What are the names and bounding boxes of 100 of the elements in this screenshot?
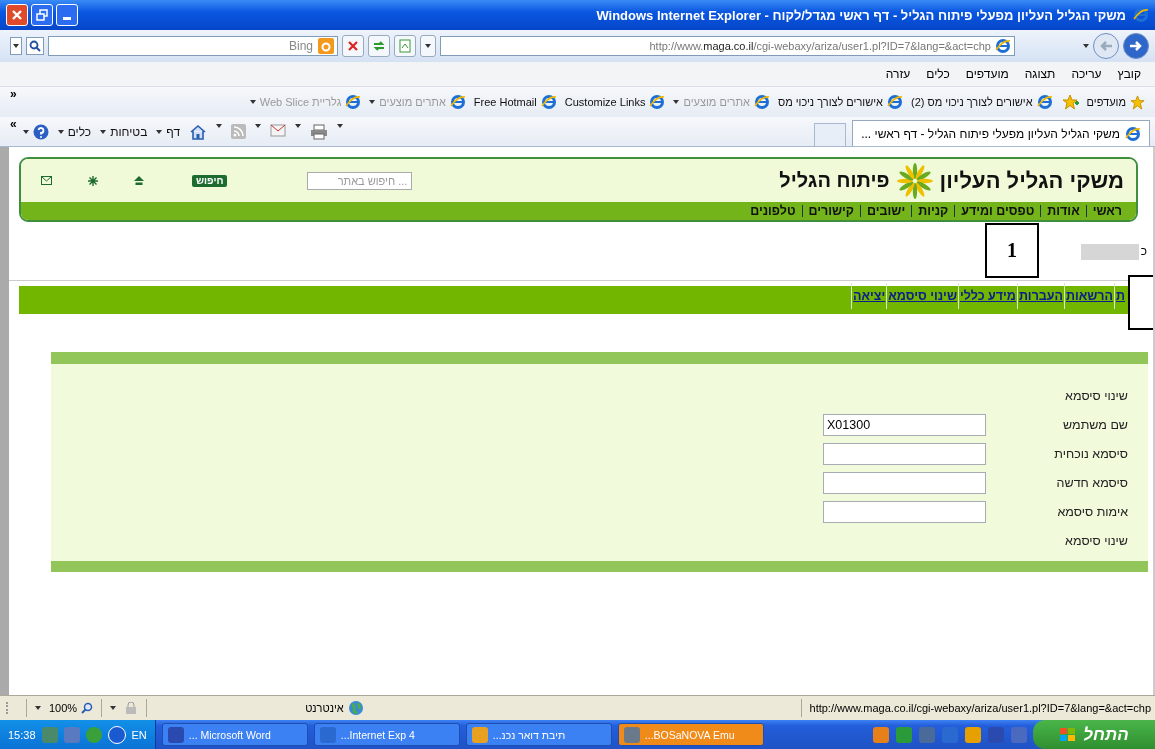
caret-icon xyxy=(110,706,117,710)
mail-icon[interactable] xyxy=(41,176,52,185)
caret-icon xyxy=(100,130,107,134)
account-menu-link[interactable]: הרשאות xyxy=(1064,283,1114,309)
page-icon xyxy=(1125,125,1141,142)
nav-link[interactable]: קניות xyxy=(911,205,955,217)
caret-icon xyxy=(1083,44,1089,48)
app-icon xyxy=(319,726,336,743)
chevron-button[interactable]: « xyxy=(10,117,17,131)
caret-icon xyxy=(249,100,256,104)
caret-icon xyxy=(216,124,223,128)
account-menu-link[interactable]: יציאה xyxy=(851,283,887,309)
flower-logo-icon xyxy=(895,162,934,199)
page-icon xyxy=(449,94,466,110)
input-field[interactable] xyxy=(823,442,986,465)
tray-icon[interactable] xyxy=(107,725,126,744)
app-icon xyxy=(623,726,640,743)
command-menu[interactable]: כלים xyxy=(57,125,92,139)
windows-logo-icon xyxy=(1059,726,1078,743)
caret-icon xyxy=(369,100,376,104)
arrow-left-icon xyxy=(1099,40,1113,52)
nav-link[interactable]: טפסים ומידע xyxy=(954,205,1041,217)
account-menu-link[interactable]: מידע כללי xyxy=(957,283,1017,309)
submit-link[interactable]: שינוי סיסמא xyxy=(986,533,1128,548)
chevron-button[interactable]: « xyxy=(10,87,17,101)
menu-item[interactable]: עזרה xyxy=(885,67,911,81)
menu-item[interactable]: עריכה xyxy=(1071,67,1102,81)
mail-icon[interactable] xyxy=(270,124,287,137)
taskbar-button[interactable]: ...Internet Exp 4 xyxy=(313,723,460,746)
account-menu-link[interactable]: העברות xyxy=(1016,283,1064,309)
printer-icon[interactable] xyxy=(310,124,329,140)
taskbar-button[interactable]: ... Microsoft Word xyxy=(161,723,308,746)
favorite-link[interactable]: Free Hotmail xyxy=(473,94,557,110)
favorite-link[interactable]: Customize Links xyxy=(564,94,666,110)
account-menu-link[interactable]: שינוי סיסמא xyxy=(886,283,958,309)
quick-launch-icon[interactable] xyxy=(965,726,981,743)
browser-tab[interactable]: משקי הגליל העליון מפעלי פיתוח הגליל - דף ראשי ... xyxy=(852,120,1150,146)
restore-button[interactable] xyxy=(31,4,53,26)
favorites-button[interactable]: מועדפים xyxy=(1086,94,1145,110)
language-indicator[interactable]: EN xyxy=(131,728,147,741)
favorite-link[interactable]: אישורים לצורך ניכוי מס xyxy=(777,94,903,110)
minimize-button[interactable] xyxy=(56,4,78,26)
clock: 15:38 xyxy=(8,728,36,741)
feed-icon[interactable] xyxy=(231,124,247,139)
input-field[interactable]: X01300 xyxy=(823,413,986,436)
search-button[interactable]: חיפוש xyxy=(192,174,228,187)
nav-link[interactable]: אודות xyxy=(1040,205,1086,217)
menu-item[interactable]: כלים xyxy=(926,67,950,81)
home-icon[interactable] xyxy=(134,176,144,185)
caret-icon xyxy=(57,130,64,134)
page-icon xyxy=(345,94,362,110)
nav-link[interactable]: ראשי xyxy=(1085,205,1128,217)
menu-item[interactable]: תצוגה xyxy=(1024,67,1056,81)
input-field[interactable] xyxy=(823,500,986,523)
redacted-block xyxy=(1080,244,1139,260)
form-title: שינוי סיסמא xyxy=(1064,388,1128,403)
caret-icon xyxy=(295,124,302,128)
lock-icon[interactable] xyxy=(124,702,139,714)
nav-link[interactable]: ישובים xyxy=(860,205,912,217)
command-menu[interactable]: בטיחות xyxy=(100,125,148,139)
menu-item[interactable]: מועדפים xyxy=(965,67,1009,81)
new-tab-button[interactable] xyxy=(814,123,847,146)
stop-button[interactable] xyxy=(342,35,364,57)
dropdown-button[interactable] xyxy=(10,37,22,55)
page-icon xyxy=(1036,94,1053,110)
page-icon xyxy=(753,94,770,110)
close-button[interactable] xyxy=(6,4,28,26)
input-field[interactable] xyxy=(823,471,986,494)
sparkle-icon[interactable] xyxy=(88,175,98,186)
back-button[interactable] xyxy=(1093,33,1119,59)
add-favorite-icon[interactable] xyxy=(1060,94,1079,110)
nav-link[interactable]: קישורים xyxy=(801,205,860,217)
star-icon xyxy=(1130,94,1145,110)
arrow-right-icon xyxy=(1129,40,1143,52)
app-icon xyxy=(1133,7,1149,23)
dropdown-button[interactable] xyxy=(420,35,436,57)
zoom-button[interactable]: 100% xyxy=(49,702,94,714)
taskbar-button[interactable]: תיבת דואר נכנ... xyxy=(465,723,612,746)
caret-icon xyxy=(673,100,680,104)
site-search-field[interactable]: חיפוש באתר ... xyxy=(307,171,413,190)
close-icon xyxy=(11,9,23,21)
command-menu[interactable]: דף xyxy=(156,125,181,139)
forward-button[interactable] xyxy=(1123,33,1149,59)
quick-launch-icon[interactable] xyxy=(873,726,889,743)
menu-item[interactable]: קובץ xyxy=(1117,67,1141,81)
search-field[interactable]: Bing xyxy=(48,36,338,56)
help-button[interactable] xyxy=(22,124,49,140)
caret-icon xyxy=(337,124,344,128)
home-icon[interactable] xyxy=(189,124,208,140)
minimize-icon xyxy=(63,16,71,20)
search-button[interactable] xyxy=(26,37,44,55)
nav-link[interactable]: טלפונים xyxy=(744,205,802,217)
address-field[interactable]: http://www.maga.co.il/cgi-webaxy/ariza/user1.pl?ID=7&lang=&act=chp xyxy=(440,36,1015,56)
search-icon xyxy=(29,40,41,52)
refresh-button[interactable] xyxy=(368,35,390,57)
field-label: סיסמא חדשה xyxy=(1055,475,1128,490)
field-label: שם משתמש xyxy=(1062,417,1128,432)
greeting-text: כ xyxy=(1140,244,1147,258)
account-menu-link[interactable]: ת xyxy=(1114,283,1126,309)
favorite-link[interactable]: אישורים לצורך ניכוי מס (2) xyxy=(911,94,1053,110)
